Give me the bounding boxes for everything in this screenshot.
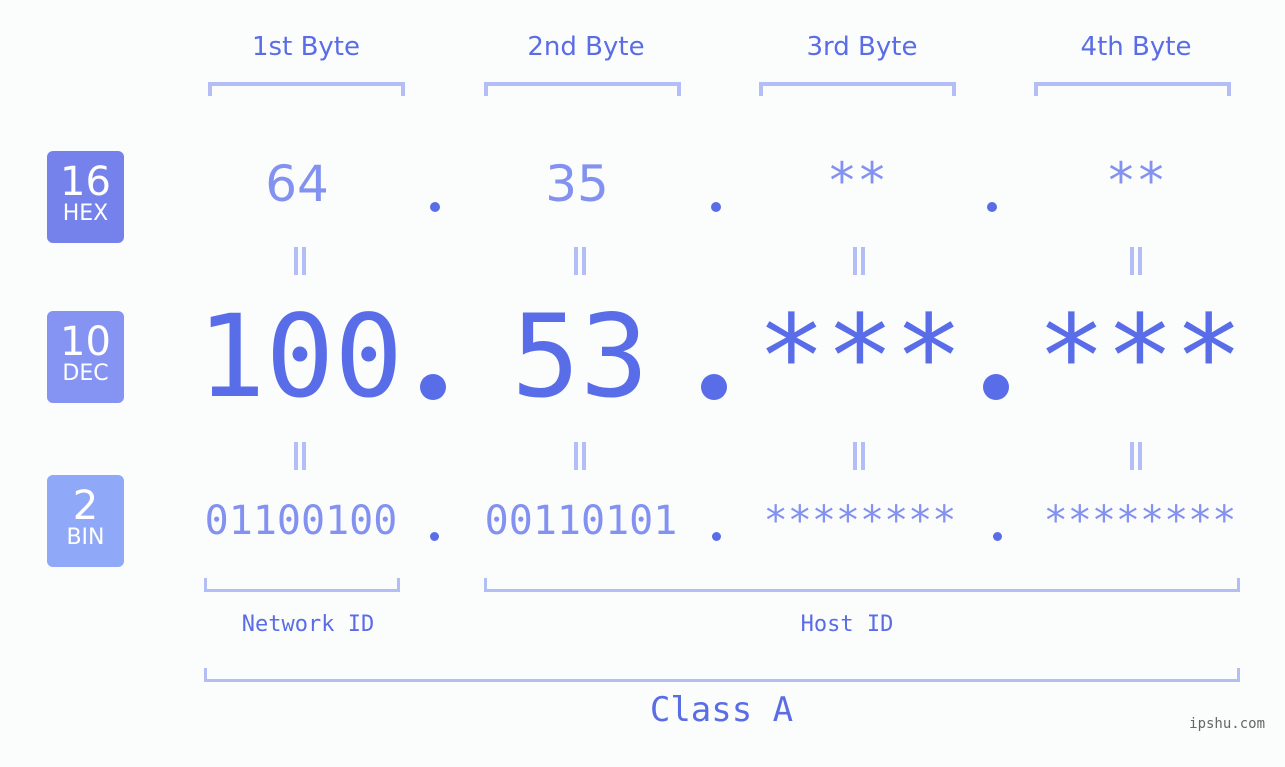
bin-separator-dot-1 (430, 532, 439, 541)
network-id-bracket (204, 578, 400, 592)
byte-bracket-4 (1034, 82, 1231, 96)
watermark: ipshu.com (1189, 716, 1265, 732)
equals-icon (1129, 442, 1143, 470)
byte-header-2: 2nd Byte (527, 32, 645, 62)
hex-byte-2: 35 (545, 155, 609, 213)
host-id-label: Host ID (800, 612, 894, 637)
dec-badge: 10 DEC (47, 311, 124, 403)
hex-byte-3: ** (826, 152, 888, 210)
class-label: Class A (649, 690, 794, 730)
hex-byte-1: 64 (265, 155, 329, 213)
bin-base-number: 2 (72, 483, 99, 529)
hex-badge: 16 HEX (47, 151, 124, 243)
bin-byte-4: ******** (1043, 498, 1237, 544)
byte-bracket-2 (484, 82, 681, 96)
bin-separator-dot-2 (712, 532, 721, 541)
byte-header-1: 1st Byte (252, 32, 360, 62)
equals-icon (1129, 247, 1143, 275)
bin-base-label: BIN (66, 525, 105, 550)
hex-base-number: 16 (60, 159, 111, 205)
bin-byte-3: ******** (763, 498, 957, 544)
byte-header-3: 3rd Byte (806, 32, 918, 62)
byte-bracket-3 (759, 82, 956, 96)
class-bracket (204, 668, 1240, 682)
dec-base-label: DEC (62, 361, 109, 386)
equals-icon (293, 247, 307, 275)
hex-separator-dot-1 (430, 202, 440, 212)
dec-byte-1: 100 (197, 290, 403, 423)
hex-separator-dot-3 (987, 202, 997, 212)
hex-base-label: HEX (62, 201, 109, 226)
dec-separator-dot-2 (701, 374, 727, 400)
equals-icon (852, 442, 866, 470)
bin-byte-1: 01100100 (204, 498, 398, 544)
bin-byte-2: 00110101 (484, 498, 678, 544)
bin-badge: 2 BIN (47, 475, 124, 567)
dec-base-number: 10 (60, 319, 111, 365)
equals-icon (573, 442, 587, 470)
byte-bracket-1 (208, 82, 405, 96)
dec-byte-2: 53 (511, 290, 649, 423)
dec-byte-3: *** (757, 290, 963, 423)
hex-byte-4: ** (1105, 152, 1167, 210)
dec-separator-dot-1 (420, 374, 446, 400)
dec-byte-4: *** (1037, 290, 1243, 423)
bin-separator-dot-3 (993, 532, 1002, 541)
equals-icon (293, 442, 307, 470)
dec-separator-dot-3 (983, 374, 1009, 400)
network-id-label: Network ID (241, 612, 375, 637)
equals-icon (573, 247, 587, 275)
hex-separator-dot-2 (711, 202, 721, 212)
host-id-bracket (484, 578, 1240, 592)
byte-header-4: 4th Byte (1080, 32, 1192, 62)
equals-icon (852, 247, 866, 275)
